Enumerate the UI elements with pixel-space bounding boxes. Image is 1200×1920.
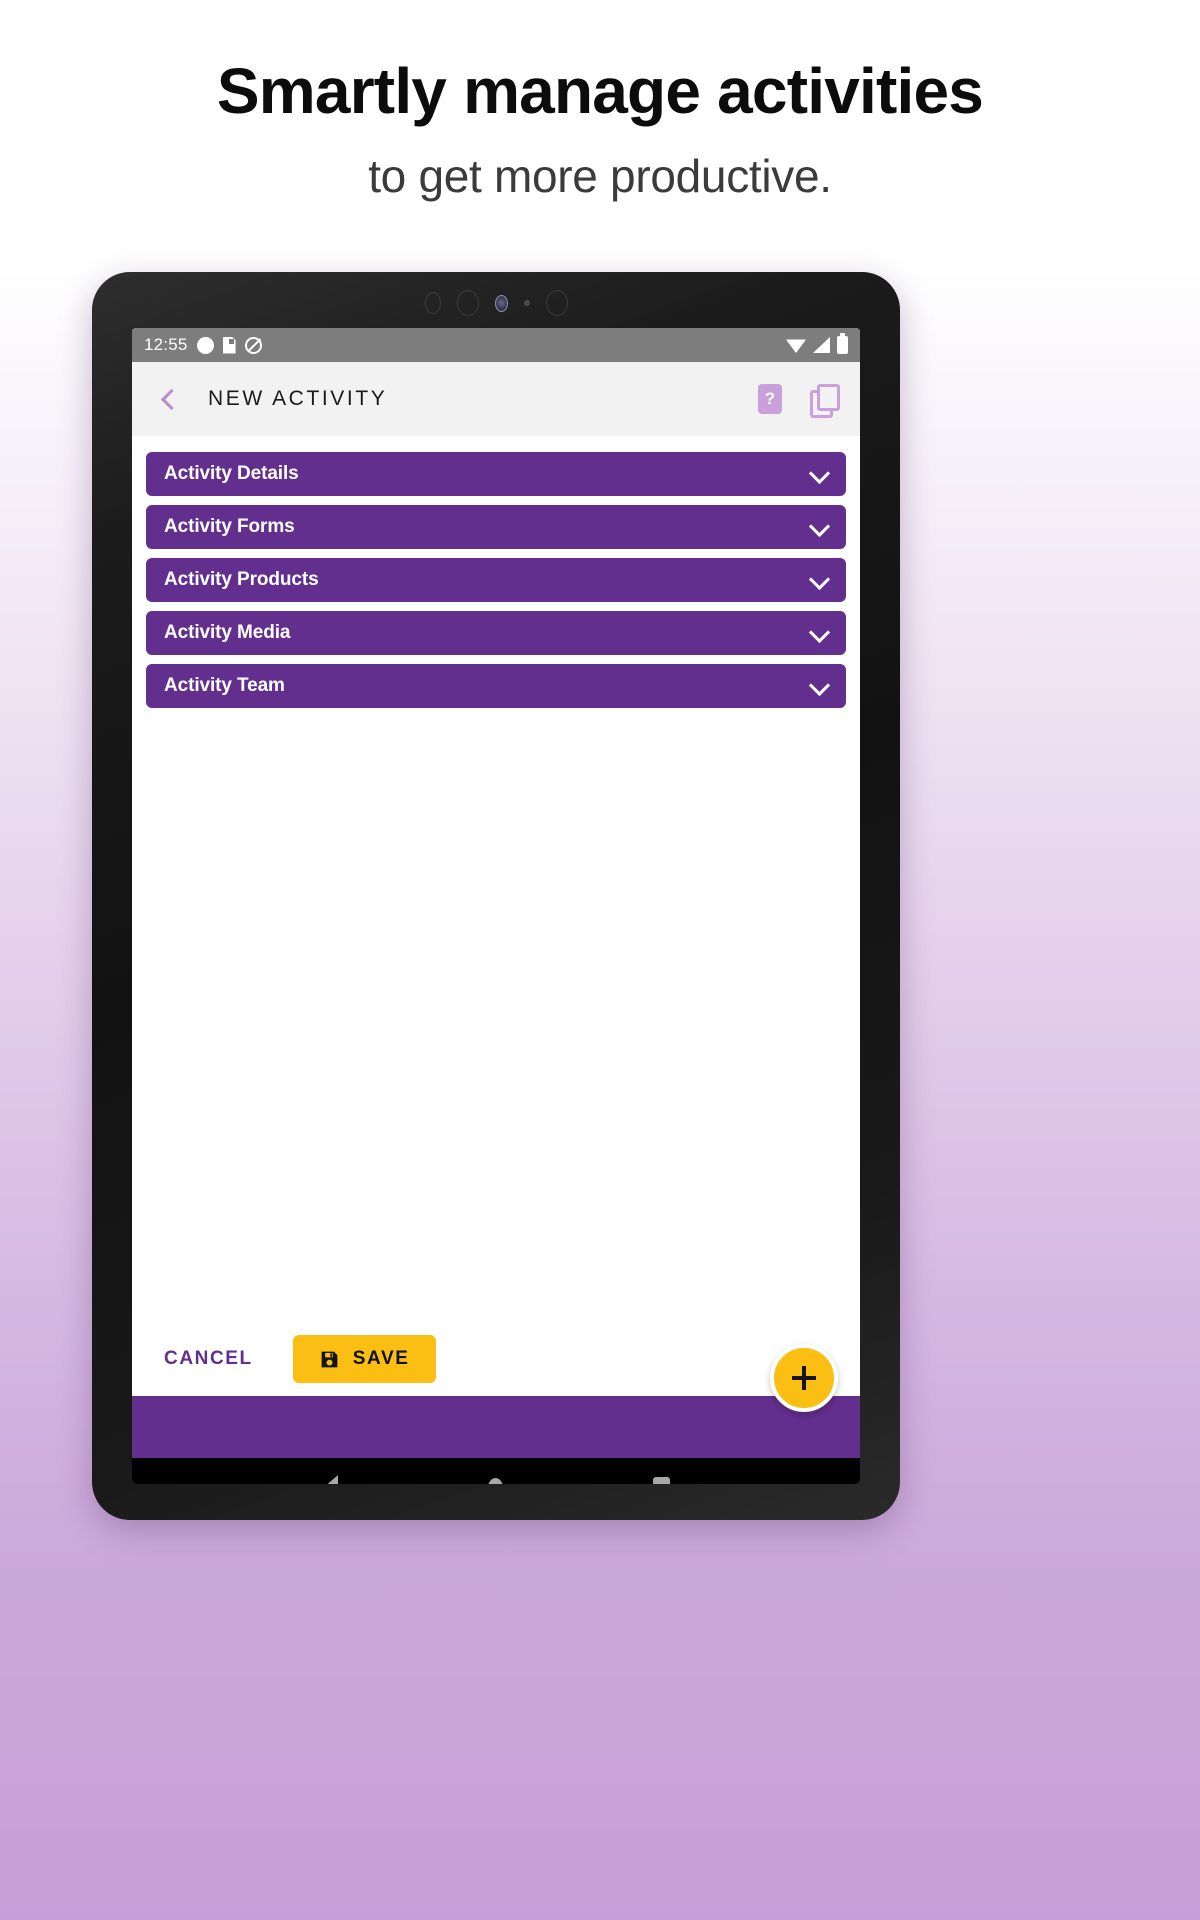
back-chevron-icon[interactable] bbox=[154, 384, 184, 414]
wifi-icon bbox=[786, 339, 806, 353]
accordion-label: Activity Media bbox=[164, 622, 291, 643]
recents-nav-icon[interactable] bbox=[652, 1477, 670, 1484]
status-time: 12:55 bbox=[144, 335, 188, 354]
save-button[interactable]: SAVE bbox=[292, 1335, 436, 1383]
back-nav-icon[interactable] bbox=[322, 1475, 338, 1484]
chevron-down-icon[interactable] bbox=[810, 518, 828, 536]
save-button-label: SAVE bbox=[352, 1348, 410, 1369]
page-subtitle: to get more productive. bbox=[368, 150, 832, 203]
accordion-label: Activity Team bbox=[164, 675, 285, 696]
accordion-list: Activity Details Activity Forms Activity… bbox=[146, 452, 846, 708]
bottom-purple-bar bbox=[132, 1396, 860, 1458]
front-camera-icon bbox=[494, 294, 508, 312]
sd-card-icon bbox=[222, 336, 236, 354]
activity-form-body: Activity Details Activity Forms Activity… bbox=[132, 436, 860, 1412]
cancel-button[interactable]: CANCEL bbox=[146, 1335, 271, 1383]
chevron-down-icon[interactable] bbox=[810, 677, 828, 695]
accordion-item-activity-team[interactable]: Activity Team bbox=[146, 664, 846, 708]
battery-icon bbox=[837, 333, 848, 354]
status-bar-right bbox=[786, 333, 848, 354]
toolbar-title: NEW ACTIVITY bbox=[208, 387, 388, 410]
accordion-item-activity-products[interactable]: Activity Products bbox=[146, 558, 846, 602]
accordion-item-activity-forms[interactable]: Activity Forms bbox=[146, 505, 846, 549]
plus-icon bbox=[791, 1365, 817, 1391]
cellular-signal-icon bbox=[813, 337, 830, 353]
sensor-ring-wide-icon-2 bbox=[545, 290, 568, 316]
add-fab-button[interactable] bbox=[770, 1344, 838, 1412]
status-bar-left: 12:55 bbox=[144, 335, 262, 355]
save-floppy-icon bbox=[319, 1349, 340, 1370]
bezel-sensor-cluster bbox=[92, 286, 900, 320]
copy-icon[interactable] bbox=[810, 384, 840, 418]
accordion-label: Activity Products bbox=[164, 569, 319, 590]
android-status-bar: 12:55 bbox=[132, 328, 860, 362]
chevron-down-icon[interactable] bbox=[810, 571, 828, 589]
android-nav-bar bbox=[132, 1458, 860, 1484]
chevron-down-icon[interactable] bbox=[810, 624, 828, 642]
tablet-device-frame: 12:55 NEW ACTIVITY ? Activity Details Ac… bbox=[92, 272, 900, 1520]
accordion-item-activity-details[interactable]: Activity Details bbox=[146, 452, 846, 496]
help-icon[interactable]: ? bbox=[758, 384, 782, 414]
circle-icon bbox=[196, 336, 214, 354]
promo-header: Smartly manage activities to get more pr… bbox=[0, 0, 1200, 300]
toolbar-actions: ? bbox=[758, 384, 840, 418]
sensor-dot-icon bbox=[523, 300, 530, 306]
sensor-ring-icon bbox=[424, 292, 441, 314]
device-screen: 12:55 NEW ACTIVITY ? Activity Details Ac… bbox=[132, 328, 860, 1484]
accordion-label: Activity Details bbox=[164, 463, 299, 484]
page-title: Smartly manage activities bbox=[216, 55, 984, 127]
app-toolbar: NEW ACTIVITY ? bbox=[132, 362, 860, 436]
home-nav-icon[interactable] bbox=[487, 1478, 503, 1484]
chevron-down-icon[interactable] bbox=[810, 465, 828, 483]
form-action-bar: CANCEL SAVE bbox=[132, 1322, 860, 1412]
sensor-ring-wide-icon bbox=[456, 290, 479, 316]
accordion-label: Activity Forms bbox=[164, 516, 295, 537]
no-signal-icon bbox=[244, 336, 262, 354]
accordion-item-activity-media[interactable]: Activity Media bbox=[146, 611, 846, 655]
